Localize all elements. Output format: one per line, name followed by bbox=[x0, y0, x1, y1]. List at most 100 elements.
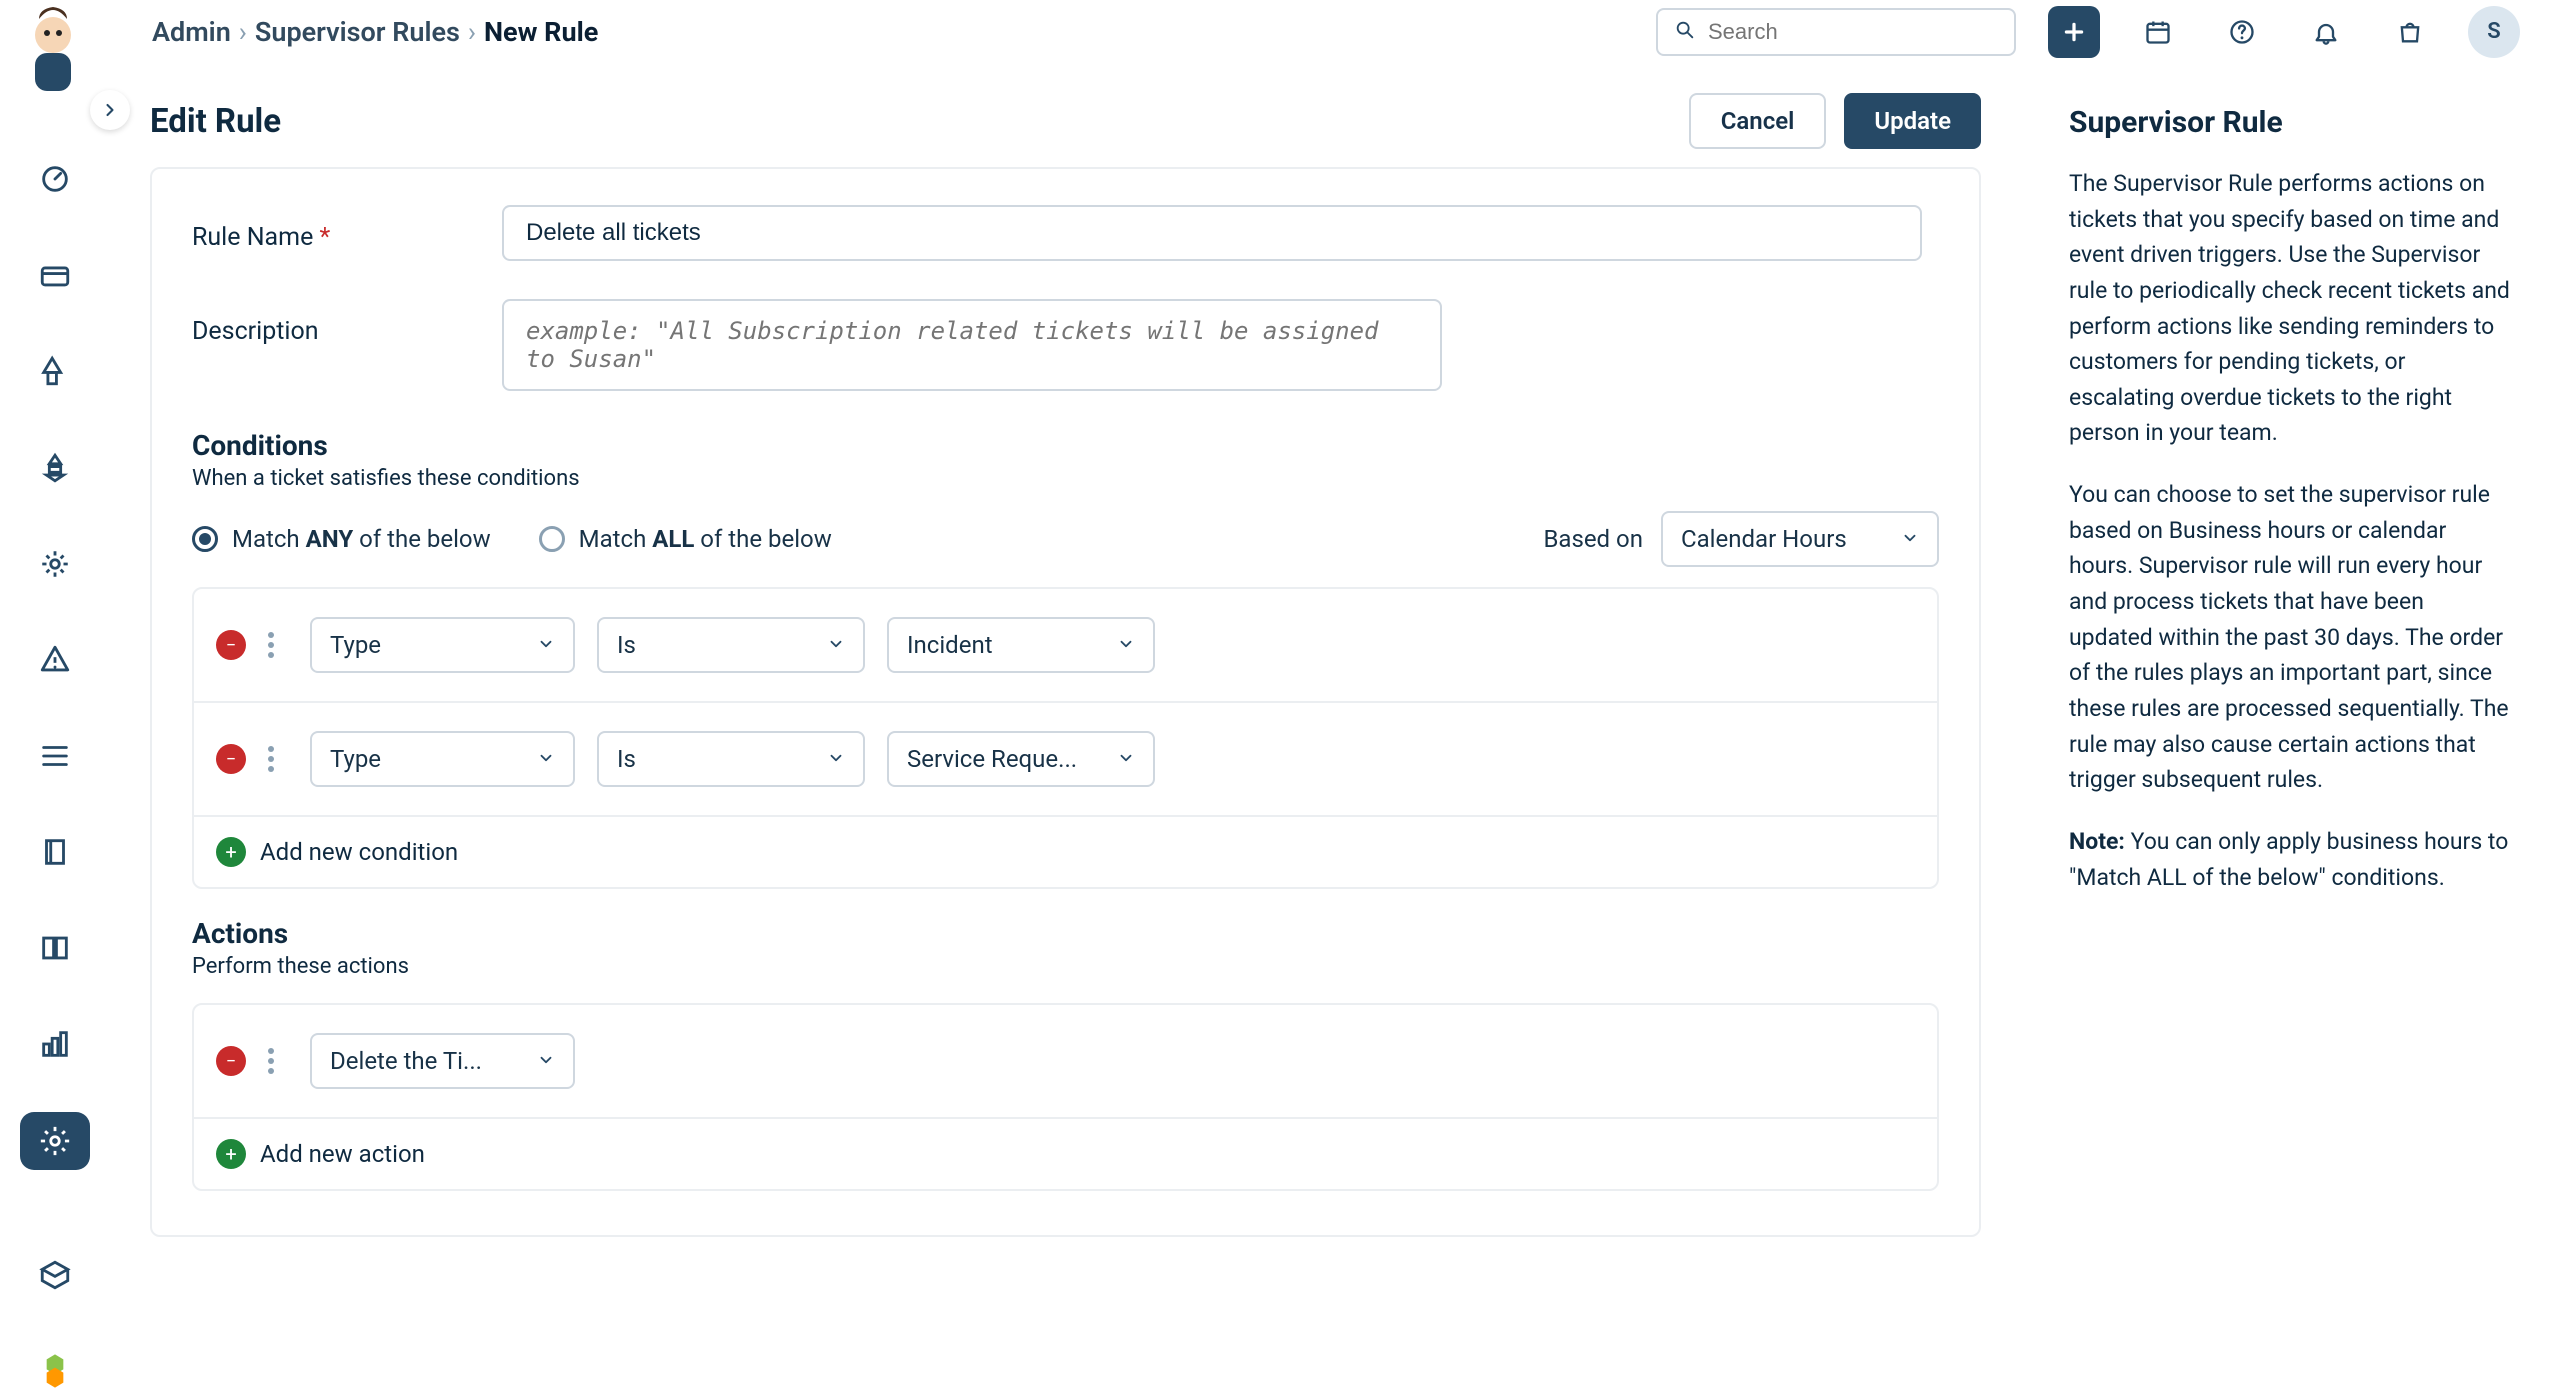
condition-row: − Type Is Incident bbox=[194, 589, 1937, 703]
add-action-label: Add new action bbox=[260, 1140, 425, 1168]
condition-operator-select[interactable]: Is bbox=[597, 731, 865, 787]
action-select[interactable]: Delete the Ti... bbox=[310, 1033, 575, 1089]
match-options: Match ANY of the below Match ALL of the … bbox=[192, 525, 832, 553]
condition-field-value: Type bbox=[330, 631, 381, 659]
help-button[interactable] bbox=[2216, 6, 2268, 58]
match-all-label: Match ALL of the below bbox=[579, 525, 832, 553]
sidebar-dashboard[interactable] bbox=[20, 150, 90, 208]
breadcrumb-current: New Rule bbox=[484, 16, 598, 48]
drag-handle[interactable] bbox=[268, 630, 288, 660]
rule-form-card: Rule Name * Description Conditions When … bbox=[150, 167, 1981, 1237]
minus-icon: − bbox=[226, 1051, 236, 1072]
actions-subtitle: Perform these actions bbox=[192, 954, 1939, 979]
notifications-button[interactable] bbox=[2300, 6, 2352, 58]
chevron-down-icon bbox=[1117, 631, 1135, 659]
note-label: Note: bbox=[2069, 828, 2125, 855]
product-mascot bbox=[20, 0, 100, 100]
new-button[interactable] bbox=[2048, 6, 2100, 58]
condition-operator-value: Is bbox=[617, 745, 636, 773]
cancel-label: Cancel bbox=[1721, 107, 1795, 135]
drag-handle[interactable] bbox=[268, 744, 288, 774]
bag-icon bbox=[2396, 18, 2424, 46]
condition-field-value: Type bbox=[330, 745, 381, 773]
calendar-icon bbox=[2144, 18, 2172, 46]
condition-value-select[interactable]: Service Reque... bbox=[887, 731, 1155, 787]
condition-row: − Type Is Service Reque... bbox=[194, 703, 1937, 817]
conditions-title: Conditions bbox=[192, 429, 1939, 462]
description-input[interactable] bbox=[502, 299, 1442, 391]
breadcrumb-separator: › bbox=[468, 16, 476, 48]
sidebar-solutions[interactable] bbox=[20, 823, 90, 881]
condition-operator-value: Is bbox=[617, 631, 636, 659]
sidebar-rail bbox=[0, 120, 110, 1400]
sidebar-tickets[interactable] bbox=[20, 246, 90, 304]
sidebar-changes[interactable] bbox=[20, 438, 90, 496]
remove-condition-button[interactable]: − bbox=[216, 630, 246, 660]
chevron-down-icon bbox=[537, 631, 555, 659]
sidebar-apps[interactable] bbox=[20, 1246, 90, 1304]
marketplace-button[interactable] bbox=[2384, 6, 2436, 58]
button-row: Cancel Update bbox=[1689, 93, 1981, 149]
update-label: Update bbox=[1874, 107, 1951, 135]
help-paragraph-1: The Supervisor Rule performs actions on … bbox=[2069, 166, 2512, 451]
chevron-down-icon bbox=[827, 745, 845, 773]
bell-icon bbox=[2312, 18, 2340, 46]
based-on-group: Based on Calendar Hours bbox=[1543, 511, 1939, 567]
sidebar-reports[interactable] bbox=[20, 1015, 90, 1073]
rule-name-input[interactable] bbox=[502, 205, 1922, 261]
main-pane: Edit Rule Cancel Update Rule Name * Desc… bbox=[112, 63, 2037, 1400]
action-row: − Delete the Ti... bbox=[194, 1005, 1937, 1119]
based-on-label: Based on bbox=[1543, 525, 1643, 553]
add-condition-button[interactable]: + Add new condition bbox=[194, 817, 1937, 887]
breadcrumb-supervisor-rules[interactable]: Supervisor Rules bbox=[255, 16, 460, 48]
rule-name-label: Rule Name * bbox=[192, 205, 502, 252]
remove-condition-button[interactable]: − bbox=[216, 744, 246, 774]
help-title: Supervisor Rule bbox=[2069, 105, 2512, 140]
page-title: Edit Rule bbox=[150, 102, 281, 141]
sidebar-solutions-open[interactable] bbox=[20, 919, 90, 977]
match-any-radio[interactable]: Match ANY of the below bbox=[192, 525, 491, 553]
chevron-down-icon bbox=[537, 745, 555, 773]
condition-operator-select[interactable]: Is bbox=[597, 617, 865, 673]
condition-value-text: Incident bbox=[907, 631, 993, 659]
minus-icon: − bbox=[226, 635, 236, 656]
help-icon bbox=[2228, 18, 2256, 46]
add-condition-label: Add new condition bbox=[260, 838, 458, 866]
search-icon bbox=[1674, 19, 1696, 45]
drag-handle[interactable] bbox=[268, 1046, 288, 1076]
freshworks-logo[interactable] bbox=[20, 1342, 90, 1400]
based-on-select[interactable]: Calendar Hours bbox=[1661, 511, 1939, 567]
add-action-button[interactable]: + Add new action bbox=[194, 1119, 1937, 1189]
required-asterisk: * bbox=[320, 223, 331, 252]
chevron-down-icon bbox=[827, 631, 845, 659]
search-box[interactable] bbox=[1656, 8, 2016, 56]
minus-icon: − bbox=[226, 749, 236, 770]
plus-icon: + bbox=[216, 837, 246, 867]
radio-icon bbox=[539, 526, 565, 552]
breadcrumb-separator: › bbox=[239, 16, 247, 48]
condition-field-select[interactable]: Type bbox=[310, 617, 575, 673]
plus-icon: + bbox=[216, 1139, 246, 1169]
condition-value-select[interactable]: Incident bbox=[887, 617, 1155, 673]
remove-action-button[interactable]: − bbox=[216, 1046, 246, 1076]
cancel-button[interactable]: Cancel bbox=[1689, 93, 1827, 149]
calendar-button[interactable] bbox=[2132, 6, 2184, 58]
user-avatar[interactable]: S bbox=[2468, 6, 2520, 58]
search-input[interactable] bbox=[1708, 19, 1998, 45]
plus-icon bbox=[2061, 19, 2087, 45]
help-paragraph-2: You can choose to set the supervisor rul… bbox=[2069, 477, 2512, 798]
sidebar-releases[interactable] bbox=[20, 535, 90, 593]
sidebar-problems[interactable] bbox=[20, 342, 90, 400]
match-all-radio[interactable]: Match ALL of the below bbox=[539, 525, 832, 553]
chevron-down-icon bbox=[537, 1047, 555, 1075]
sidebar-alerts[interactable] bbox=[20, 631, 90, 689]
condition-field-select[interactable]: Type bbox=[310, 731, 575, 787]
sidebar-assets[interactable] bbox=[20, 727, 90, 785]
top-header: Admin › Supervisor Rules › New Rule S bbox=[112, 0, 2560, 63]
sidebar-admin[interactable] bbox=[20, 1112, 90, 1170]
breadcrumb-admin[interactable]: Admin bbox=[152, 16, 231, 48]
update-button[interactable]: Update bbox=[1844, 93, 1981, 149]
chevron-down-icon bbox=[1117, 745, 1135, 773]
top-right-cluster: S bbox=[1656, 6, 2520, 58]
actions-title: Actions bbox=[192, 917, 1939, 950]
